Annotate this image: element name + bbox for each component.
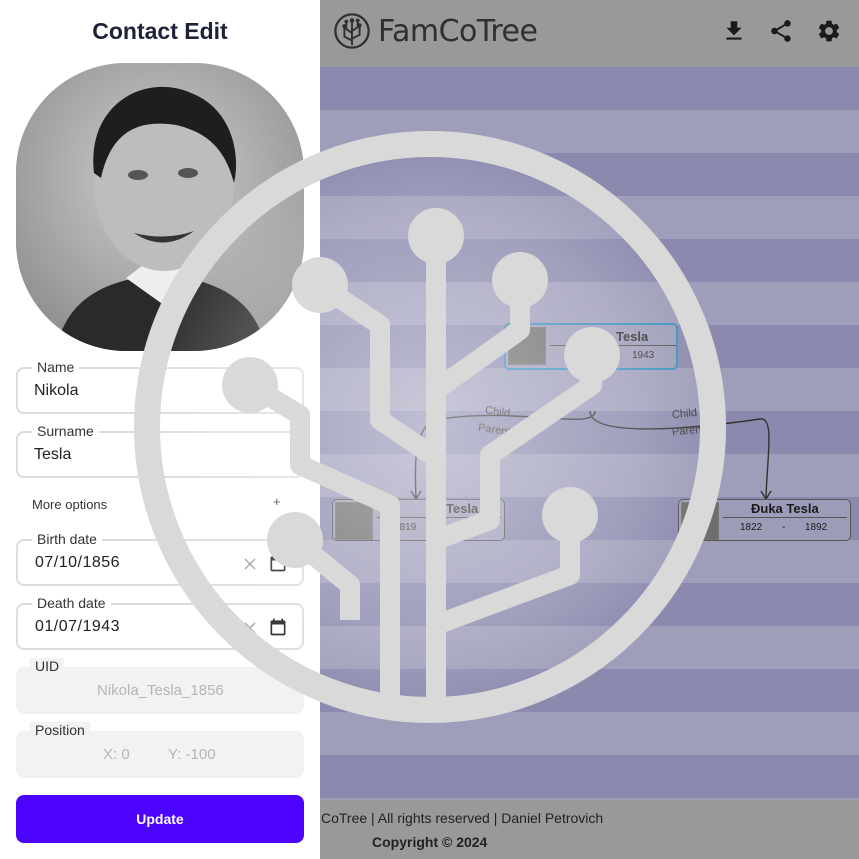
settings-icon[interactable] <box>816 18 842 44</box>
share-icon[interactable] <box>768 18 794 44</box>
app-area: FamCoTree Child Parent Child Parent Tesl… <box>320 0 859 859</box>
node-photo <box>335 502 373 540</box>
panel-title: Contact Edit <box>92 18 228 44</box>
node-name: Tesla <box>446 501 479 516</box>
famcotree-logo-icon <box>334 13 370 49</box>
app-title: FamCoTree <box>378 14 538 49</box>
node-name: Tesla <box>616 329 649 344</box>
portrait-image <box>16 63 304 351</box>
birth-date-input[interactable]: 07/10/1856 <box>35 554 120 572</box>
update-button[interactable]: Update <box>16 795 304 843</box>
uid-field: UID Nikola_Tesla_1856 <box>16 658 304 714</box>
death-date-field[interactable]: Death date 01/07/1943 <box>16 595 304 650</box>
node-death-year: 1879 <box>460 522 483 533</box>
footer-copyright: Copyright © 2024 <box>372 834 488 850</box>
clear-icon[interactable] <box>242 620 258 636</box>
calendar-icon[interactable] <box>268 617 288 637</box>
calendar-icon[interactable] <box>268 553 288 573</box>
contact-avatar[interactable] <box>16 63 304 351</box>
node-death-year: 1943 <box>632 350 655 361</box>
position-y-value: Y: -100 <box>168 746 216 763</box>
death-date-input[interactable]: 01/07/1943 <box>35 618 120 636</box>
position-label: Position <box>30 722 90 738</box>
expand-plus-icon[interactable]: + <box>273 494 281 509</box>
tree-node[interactable]: Đuka Tesla 1822 - 1892 <box>678 499 851 541</box>
node-name: Đuka Tesla <box>751 501 819 516</box>
family-tree-canvas[interactable]: Child Parent Child Parent Tesla 1943 Tes… <box>320 67 859 800</box>
position-x-value: X: 0 <box>103 746 130 763</box>
more-options-toggle[interactable]: More options <box>32 497 107 512</box>
surname-input[interactable]: Tesla <box>34 446 71 464</box>
name-input[interactable]: Nikola <box>34 382 78 400</box>
download-icon[interactable] <box>721 18 747 44</box>
node-photo <box>681 502 719 540</box>
tree-edges <box>410 410 772 501</box>
tree-node[interactable]: Tesla 1819 1879 <box>332 499 505 541</box>
contact-edit-panel: Contact Edit Name Nikola Surname Tesla M… <box>0 0 320 859</box>
surname-label: Surname <box>32 423 99 439</box>
app-header: FamCoTree <box>320 0 859 67</box>
birth-date-field[interactable]: Birth date 07/10/1856 <box>16 531 304 586</box>
node-divider <box>723 517 847 518</box>
node-divider <box>377 517 501 518</box>
name-field[interactable]: Name Nikola <box>16 359 304 414</box>
clear-icon[interactable] <box>242 556 258 572</box>
surname-field[interactable]: Surname Tesla <box>16 423 304 478</box>
node-birth-year: 1822 <box>740 522 763 533</box>
footer-credits: CoTree | All rights reserved | Daniel Pe… <box>321 810 604 826</box>
position-field: Position X: 0 Y: -100 <box>16 722 304 778</box>
name-label: Name <box>32 359 80 375</box>
node-birth-year: 1819 <box>394 522 417 533</box>
birth-date-label: Birth date <box>32 531 102 547</box>
tree-node-selected[interactable]: Tesla 1943 <box>504 323 678 370</box>
node-date-separator: - <box>782 522 786 533</box>
uid-value: Nikola_Tesla_1856 <box>97 682 224 699</box>
node-photo <box>508 327 546 365</box>
uid-label: UID <box>30 658 65 674</box>
node-death-year: 1892 <box>805 522 828 533</box>
node-divider <box>550 345 676 346</box>
app-footer <box>320 800 859 859</box>
death-date-label: Death date <box>32 595 111 611</box>
